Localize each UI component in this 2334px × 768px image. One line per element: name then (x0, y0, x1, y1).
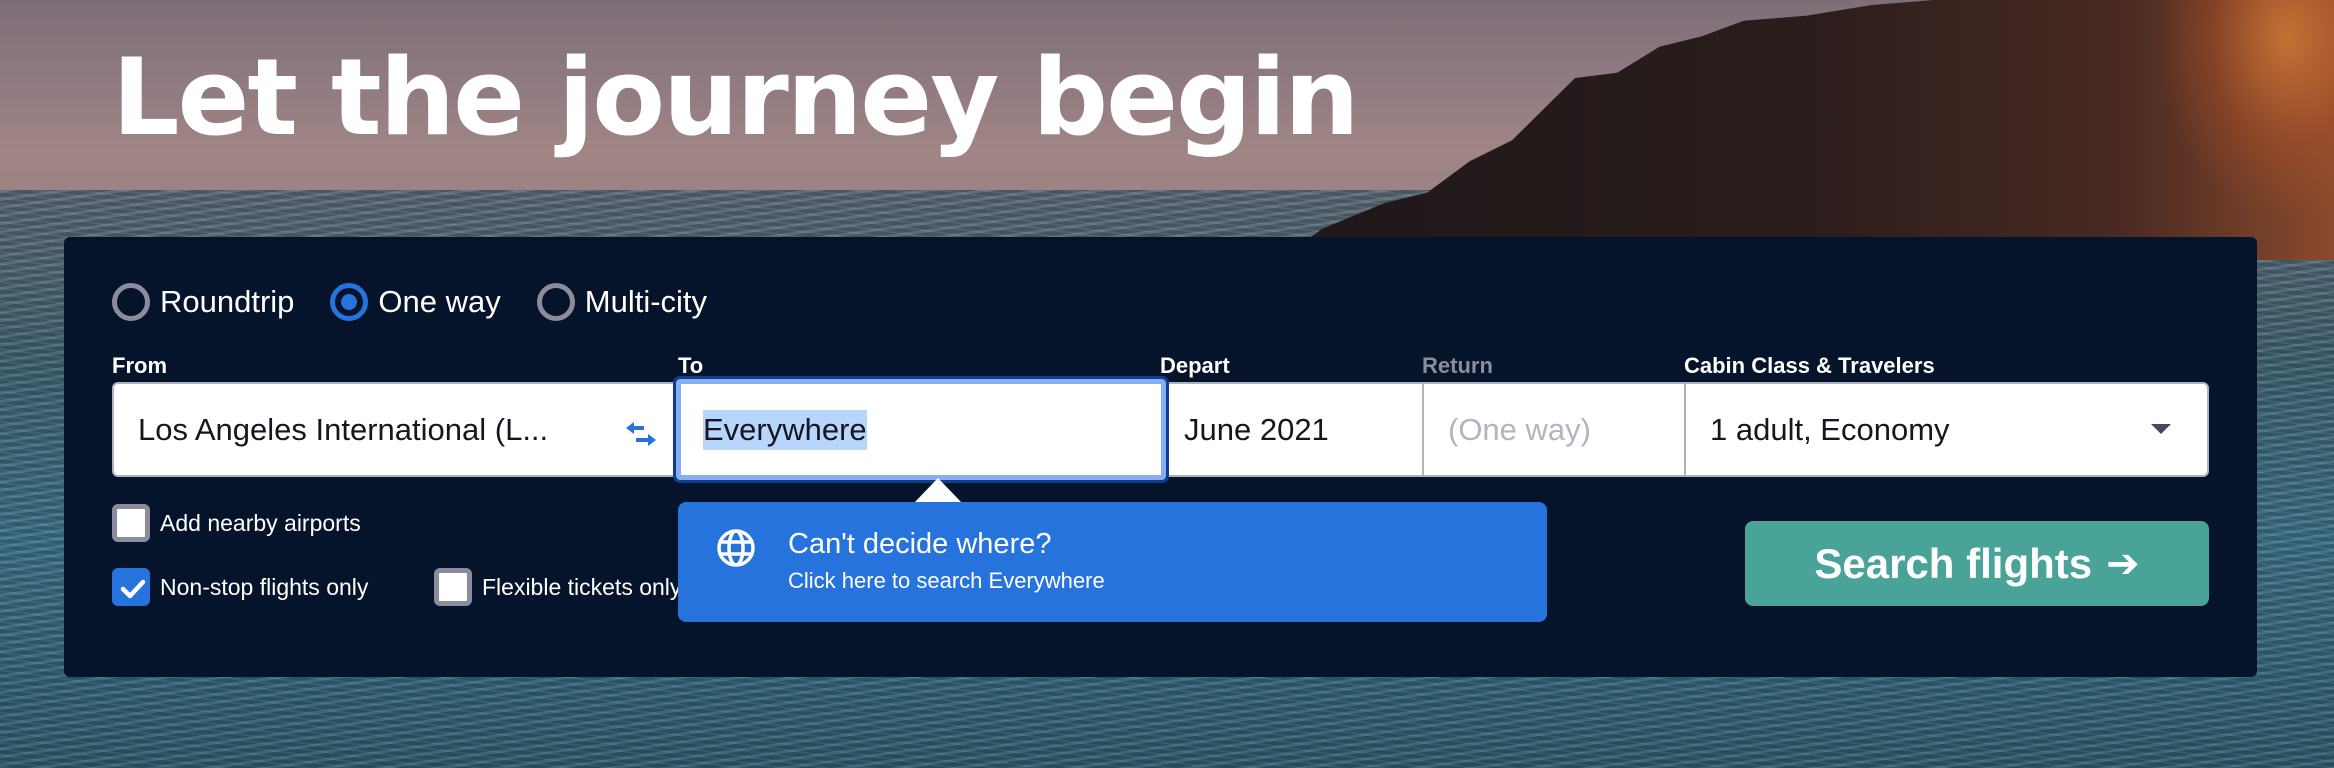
to-value: Everywhere (703, 409, 867, 450)
radio-button[interactable] (536, 283, 575, 321)
caret-down-icon (2151, 424, 2171, 434)
checkbox[interactable] (112, 504, 150, 542)
to-label: To (678, 353, 704, 378)
cabin-label: Cabin Class & Travelers (1684, 353, 1935, 378)
check-icon (120, 579, 146, 599)
option-flexible-tickets[interactable]: Flexible tickets only (434, 568, 680, 606)
radio-button[interactable] (330, 283, 369, 321)
return-input[interactable]: (One way) (1422, 384, 1684, 475)
sun-flare (2154, 0, 2334, 220)
option-nearby-airports[interactable]: Add nearby airports (112, 504, 361, 542)
return-label: Return (1422, 353, 1493, 378)
radio-label: Roundtrip (160, 284, 295, 319)
hero-title: Let the journey begin (112, 36, 1360, 159)
search-flights-button[interactable]: Search flights ➔ (1745, 521, 2209, 606)
cabin-travelers-select[interactable]: 1 adult, Economy (1684, 384, 2207, 475)
flight-search-panel: Roundtrip One way Multi-city From To Dep… (64, 237, 2257, 677)
swap-icon[interactable] (624, 420, 658, 448)
cabin-value: 1 adult, Economy (1710, 411, 1950, 447)
globe-icon (717, 529, 755, 567)
from-value: Los Angeles International (L... (138, 411, 549, 447)
return-placeholder: (One way) (1448, 411, 1591, 447)
depart-label: Depart (1160, 353, 1230, 378)
search-button-label: Search flights (1814, 539, 2093, 587)
radio-label: One way (378, 284, 501, 319)
option-non-stop[interactable]: Non-stop flights only (112, 568, 368, 606)
radio-button[interactable] (112, 283, 150, 321)
checkbox-label: Add nearby airports (160, 509, 361, 536)
tooltip-arrow (914, 478, 962, 503)
radio-label: Multi-city (584, 284, 708, 319)
from-input[interactable]: Los Angeles International (L... (114, 384, 678, 475)
depart-input[interactable]: June 2021 (1160, 384, 1422, 475)
trip-type-group: Roundtrip One way Multi-city (112, 283, 743, 321)
radio-one-way[interactable]: One way (330, 283, 501, 321)
checkbox[interactable] (434, 568, 472, 606)
from-label: From (112, 353, 167, 378)
checkbox-label: Non-stop flights only (160, 573, 369, 600)
checkbox-label: Flexible tickets only (482, 573, 680, 600)
depart-value: June 2021 (1184, 411, 1329, 447)
search-everywhere-tooltip[interactable]: Can't decide where? Click here to search… (678, 502, 1547, 622)
radio-multi-city[interactable]: Multi-city (536, 283, 708, 321)
tooltip-title: Can't decide where? (788, 528, 1052, 560)
tooltip-subtitle: Click here to search Everywhere (788, 568, 1105, 593)
arrow-right-icon: ➔ (2106, 541, 2140, 586)
to-input[interactable]: Everywhere (673, 376, 1169, 483)
radio-roundtrip[interactable]: Roundtrip (112, 283, 294, 321)
checkbox[interactable] (112, 568, 150, 606)
